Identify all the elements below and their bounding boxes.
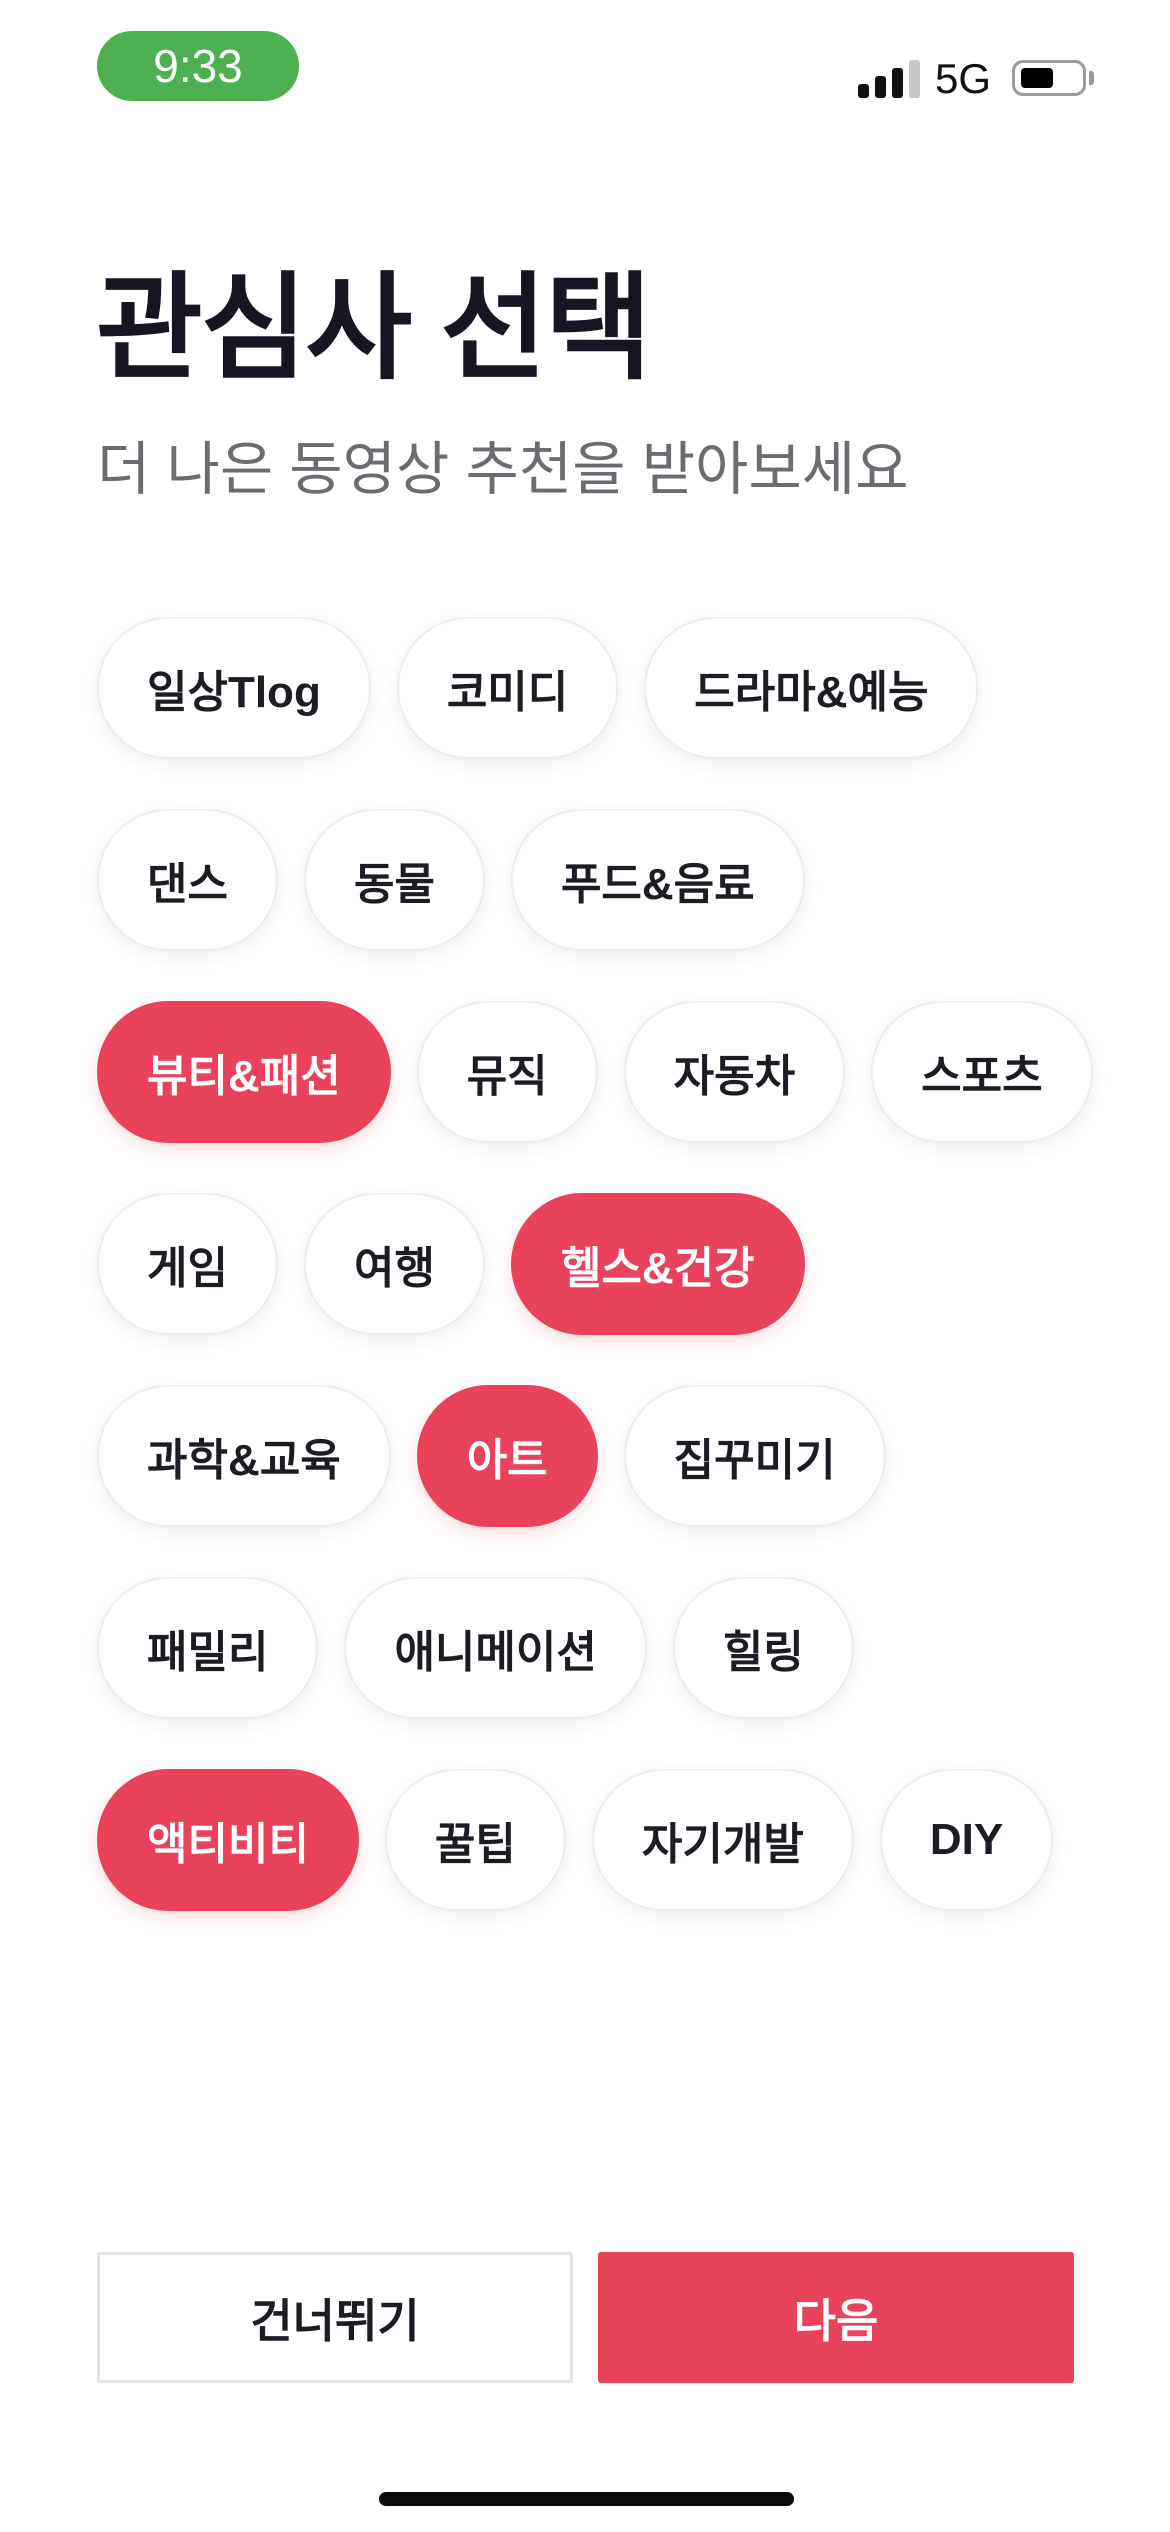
battery-level-fill	[1021, 68, 1053, 88]
interest-chip-row: 패밀리 애니메이션 힐링	[97, 1577, 1097, 1719]
interest-chip[interactable]: 코미디	[396, 617, 619, 759]
interest-chip[interactable]: 집꾸미기	[623, 1385, 886, 1527]
interest-chip[interactable]: 스포츠	[871, 1001, 1093, 1143]
interest-chip[interactable]: 패밀리	[97, 1577, 319, 1719]
interest-chip-row: 게임 여행 헬스&건강	[97, 1193, 1097, 1335]
page-subtitle: 더 나은 동영상 추천을 받아보세요	[97, 437, 909, 502]
skip-button[interactable]: 건너뛰기	[97, 2252, 573, 2383]
interest-chip[interactable]: 자동차	[623, 1001, 846, 1143]
interest-chip-selected[interactable]: 액티비티	[97, 1769, 359, 1911]
interest-chip[interactable]: 꿀팁	[384, 1769, 566, 1911]
interest-chip-grid: 일상Tlog 코미디 드라마&예능댄스 동물 푸드&음료뷰티&패션 뮤직 자동차 스포츠게임 여…	[97, 617, 1097, 1961]
interest-chip-row: 뷰티&패션 뮤직 자동차 스포츠	[97, 1001, 1097, 1143]
cellular-signal-icon	[858, 58, 920, 98]
interest-chip[interactable]: 뮤직	[416, 1001, 598, 1143]
interest-chip[interactable]: 여행	[303, 1193, 485, 1335]
status-bar: 9:33 5G	[0, 0, 1170, 150]
interest-chip-row: 과학&교육 아트 집꾸미기	[97, 1385, 1097, 1527]
interest-chip[interactable]: 동물	[303, 809, 485, 951]
interest-chip[interactable]: 댄스	[97, 809, 278, 951]
interest-chip[interactable]: 푸드&음료	[510, 809, 805, 951]
battery-icon	[1012, 60, 1086, 96]
interest-chip[interactable]: 힐링	[672, 1577, 854, 1719]
next-button[interactable]: 다음	[598, 2252, 1074, 2383]
page-title: 관심사 선택	[96, 263, 652, 393]
interest-chip-row: 액티비티 꿀팁 자기개발 DIY	[97, 1769, 1097, 1911]
interest-chip-selected[interactable]: 아트	[416, 1385, 598, 1527]
interest-chip-row: 댄스 동물 푸드&음료	[97, 809, 1097, 951]
interest-chip[interactable]: 과학&교육	[97, 1385, 391, 1527]
interest-chip[interactable]: DIY	[879, 1769, 1054, 1911]
home-indicator[interactable]	[379, 2492, 794, 2506]
battery-cap	[1089, 71, 1094, 85]
interest-chip[interactable]: 게임	[97, 1193, 278, 1335]
status-time: 9:33	[97, 31, 299, 101]
interest-chip[interactable]: 드라마&예능	[644, 617, 979, 759]
interest-chip-row: 일상Tlog 코미디 드라마&예능	[97, 617, 1097, 759]
network-type: 5G	[935, 55, 992, 102]
interest-chip[interactable]: 자기개발	[591, 1769, 854, 1911]
interest-chip[interactable]: 일상Tlog	[97, 617, 371, 759]
interest-chip-selected[interactable]: 헬스&건강	[510, 1193, 805, 1335]
interest-chip[interactable]: 애니메이션	[344, 1577, 647, 1719]
interest-chip-selected[interactable]: 뷰티&패션	[97, 1001, 391, 1143]
